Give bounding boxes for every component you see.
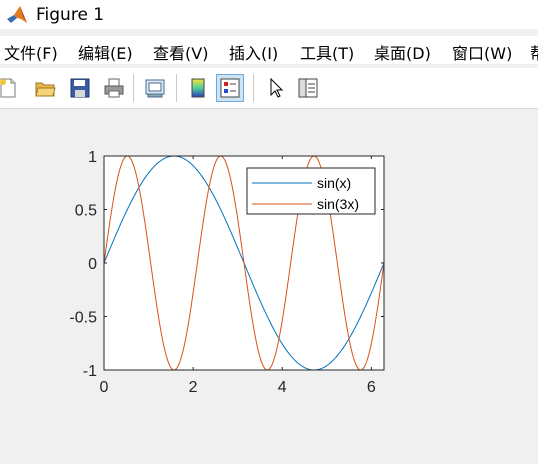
toolbar-separator — [133, 74, 134, 102]
window-title: Figure 1 — [36, 4, 105, 25]
y-tick-label: -0.5 — [69, 310, 97, 327]
plot-svg: 0 2 4 6 1 0.5 0 -0.5 -1 sin(x) sin(3x) — [69, 149, 385, 396]
open-file-icon — [35, 82, 56, 97]
y-tick-label: 0 — [88, 256, 97, 273]
menu-edit[interactable]: 编辑(E) — [78, 40, 133, 64]
x-tick-label: 0 — [100, 379, 109, 396]
insert-legend-icon — [220, 78, 240, 98]
x-tick-label: 2 — [189, 379, 198, 396]
window-title-bar: Figure 1 — [0, 0, 538, 29]
open-file-button[interactable] — [31, 74, 59, 102]
toolbar — [0, 68, 538, 109]
y-tick-label: 1 — [88, 149, 97, 166]
matlab-logo-icon — [7, 5, 27, 23]
edit-plot-button[interactable] — [262, 74, 290, 102]
toolbar-separator — [253, 74, 254, 102]
menu-file[interactable]: 文件(F) — [4, 40, 58, 64]
new-figure-button[interactable] — [0, 74, 22, 102]
y-tick-label: 0.5 — [75, 203, 97, 220]
legend[interactable]: sin(x) sin(3x) — [246, 167, 376, 215]
menu-bar: 文件(F) 编辑(E) 查看(V) 插入(I) 工具(T) 桌面(D) 窗口(W… — [0, 36, 538, 64]
menu-insert[interactable]: 插入(I) — [229, 40, 278, 64]
property-inspector-icon — [298, 78, 318, 98]
new-figure-icon — [0, 78, 16, 98]
property-inspector-button[interactable] — [294, 74, 322, 102]
x-tick-label: 4 — [278, 379, 287, 396]
save-icon — [70, 78, 90, 98]
menu-desktop[interactable]: 桌面(D) — [374, 40, 431, 64]
save-button[interactable] — [66, 74, 94, 102]
print-icon — [104, 78, 124, 98]
toolbar-separator — [176, 74, 177, 102]
print-button[interactable] — [100, 74, 128, 102]
menu-help[interactable]: 帮 — [530, 40, 538, 64]
y-tick-label: -1 — [83, 363, 97, 380]
edit-plot-pointer-icon — [270, 77, 284, 98]
menu-window[interactable]: 窗口(W) — [452, 40, 512, 64]
link-plot-icon — [145, 79, 165, 98]
link-plot-button[interactable] — [141, 74, 169, 102]
menu-tools[interactable]: 工具(T) — [300, 40, 354, 64]
legend-label-series2: sin(3x) — [317, 196, 359, 212]
insert-colorbar-icon — [191, 78, 205, 98]
insert-legend-button[interactable] — [216, 74, 244, 102]
figure-canvas: 0 2 4 6 1 0.5 0 -0.5 -1 sin(x) sin(3x) — [0, 109, 538, 464]
menu-view[interactable]: 查看(V) — [153, 40, 208, 64]
legend-label-series1: sin(x) — [317, 175, 351, 191]
x-tick-label: 6 — [367, 379, 376, 396]
insert-colorbar-button[interactable] — [184, 74, 212, 102]
